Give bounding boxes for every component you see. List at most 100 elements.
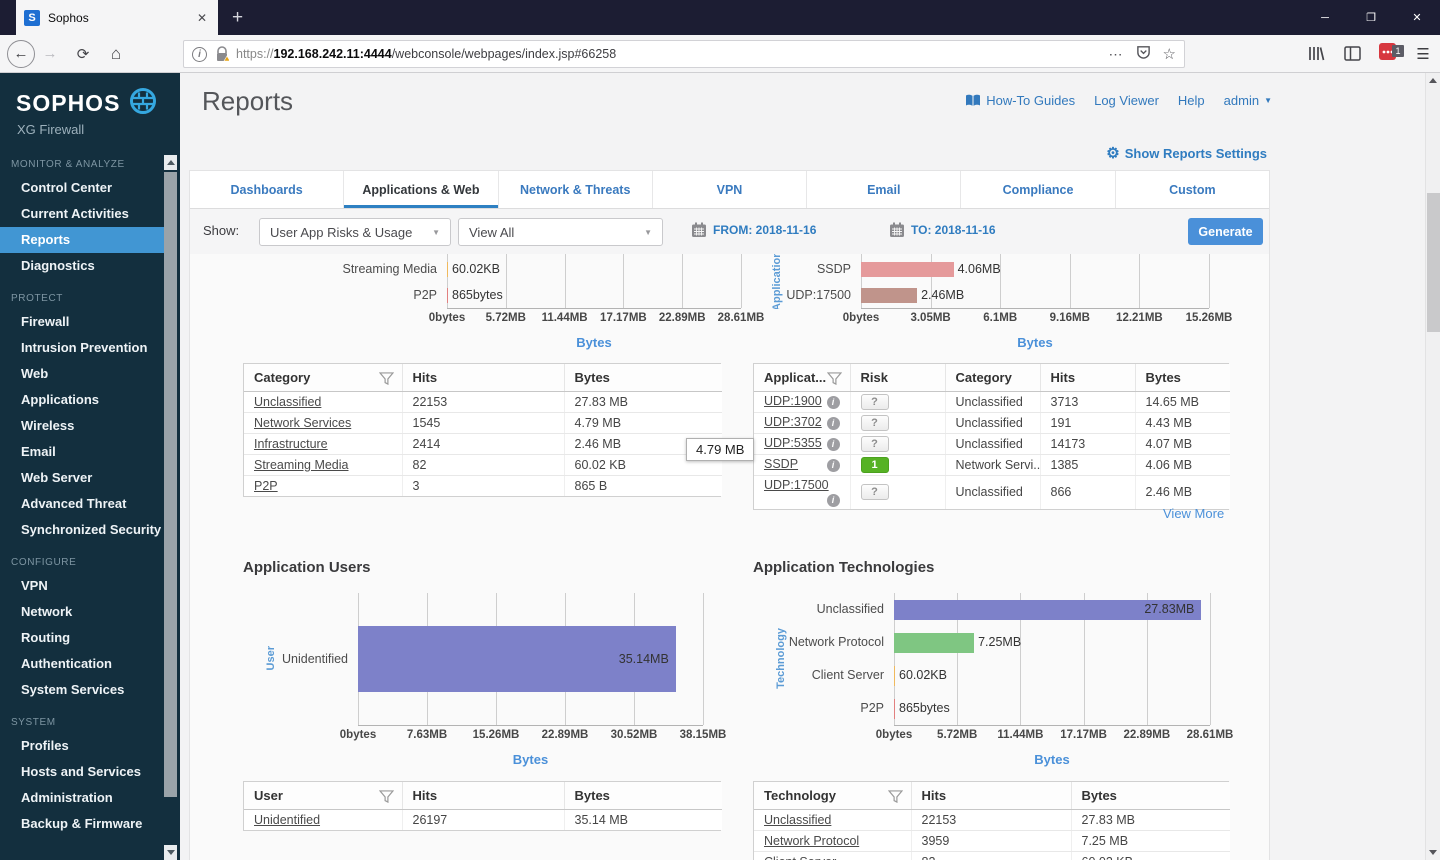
user-menu[interactable]: admin ▼ (1224, 93, 1272, 108)
insecure-lock-icon[interactable] (215, 46, 231, 62)
tab-custom[interactable]: Custom (1116, 171, 1269, 208)
table-link[interactable]: Network Services (254, 416, 351, 430)
library-icon[interactable] (1300, 35, 1332, 72)
sidebar-item-wireless[interactable]: Wireless (0, 413, 180, 439)
sidebar-item-diagnostics[interactable]: Diagnostics (0, 253, 180, 279)
reload-button[interactable]: ⟳ (70, 35, 96, 72)
tab-compliance[interactable]: Compliance (961, 171, 1116, 208)
column-header-bytes[interactable]: Bytes (564, 782, 722, 810)
sidebar-item-backup-firmware[interactable]: Backup & Firmware (0, 811, 180, 837)
filter-icon[interactable] (826, 372, 842, 385)
info-icon[interactable]: i (826, 493, 840, 507)
sidebar-scrollbar-thumb[interactable] (164, 172, 177, 797)
column-header-category[interactable]: Category (945, 364, 1041, 392)
filter-icon[interactable] (378, 372, 394, 385)
sidebar-item-email[interactable]: Email (0, 439, 180, 465)
column-header-bytes[interactable]: Bytes (1071, 782, 1230, 810)
table-link[interactable]: UDP:17500 (764, 478, 829, 492)
sidebar-item-hosts-and-services[interactable]: Hosts and Services (0, 759, 180, 785)
column-header-bytes[interactable]: Bytes (564, 364, 722, 392)
sidebar-item-advanced-threat[interactable]: Advanced Threat (0, 491, 180, 517)
scroll-down-icon[interactable] (164, 845, 177, 860)
risk-badge[interactable]: ? (860, 414, 889, 431)
risk-badge[interactable]: ? (860, 393, 889, 410)
table-link[interactable]: UDP:1900 (764, 394, 822, 408)
menu-hamburger-icon[interactable]: ☰ (1408, 35, 1438, 72)
url-bar[interactable]: i https://192.168.242.11:4444/webconsole… (183, 40, 1185, 68)
table-link[interactable]: UDP:5355 (764, 436, 822, 450)
filter-icon[interactable] (887, 790, 903, 803)
header-link-log-viewer[interactable]: Log Viewer (1094, 93, 1159, 108)
sidebar-item-system-services[interactable]: System Services (0, 677, 180, 703)
home-button[interactable]: ⌂ (102, 35, 130, 72)
info-icon[interactable]: i (826, 396, 840, 409)
browser-tab[interactable]: S Sophos ✕ (16, 0, 218, 35)
info-icon[interactable]: i (826, 459, 840, 472)
sidebar-item-web-server[interactable]: Web Server (0, 465, 180, 491)
url-text[interactable]: https://192.168.242.11:4444/webconsole/w… (236, 47, 1109, 61)
scroll-up-icon[interactable] (164, 155, 177, 170)
bookmark-star-icon[interactable]: ☆ (1163, 45, 1176, 63)
tab-close-icon[interactable]: ✕ (194, 11, 210, 25)
sidebar-item-profiles[interactable]: Profiles (0, 733, 180, 759)
view-more-link[interactable]: View More (1163, 506, 1224, 521)
sidebar-item-authentication[interactable]: Authentication (0, 651, 180, 677)
column-header-user[interactable]: User (244, 782, 403, 810)
column-header-applicat[interactable]: Applicat... (754, 364, 851, 392)
table-link[interactable]: UDP:3702 (764, 415, 822, 429)
view-select[interactable]: View All ▼ (458, 218, 663, 246)
info-icon[interactable]: i (826, 417, 840, 430)
to-date-picker[interactable]: TO: 2018-11-16 (889, 222, 996, 238)
sidebar-item-current-activities[interactable]: Current Activities (0, 201, 180, 227)
table-link[interactable]: Streaming Media (254, 458, 349, 472)
column-header-hits[interactable]: Hits (402, 364, 565, 392)
risk-badge[interactable]: 1 (860, 456, 889, 473)
column-header-bytes[interactable]: Bytes (1135, 364, 1230, 392)
risk-badge[interactable]: ? (860, 435, 889, 452)
scroll-down-icon[interactable] (1426, 845, 1440, 860)
sidebar-toggle-icon[interactable] (1336, 35, 1368, 72)
table-link[interactable]: SSDP (764, 457, 798, 471)
minimize-button[interactable]: ─ (1302, 0, 1348, 35)
from-date-picker[interactable]: FROM: 2018-11-16 (691, 222, 816, 238)
generate-button[interactable]: Generate (1188, 218, 1263, 245)
header-link-how-to-guides[interactable]: How-To Guides (965, 93, 1075, 108)
sidebar-item-control-center[interactable]: Control Center (0, 175, 180, 201)
table-link[interactable]: Unclassified (764, 813, 831, 827)
header-link-help[interactable]: Help (1178, 93, 1205, 108)
column-header-risk[interactable]: Risk (850, 364, 946, 392)
sidebar-item-firewall[interactable]: Firewall (0, 309, 180, 335)
sidebar-item-synchronized-security[interactable]: Synchronized Security (0, 517, 180, 543)
table-link[interactable]: Infrastructure (254, 437, 328, 451)
column-header-category[interactable]: Category (244, 364, 403, 392)
page-info-icon[interactable]: i (192, 46, 207, 62)
column-header-hits[interactable]: Hits (1040, 364, 1136, 392)
content-scrollbar[interactable] (1425, 73, 1440, 860)
table-link[interactable]: Unidentified (254, 813, 320, 827)
tab-dashboards[interactable]: Dashboards (190, 171, 345, 208)
page-actions-icon[interactable]: ⋯ (1109, 46, 1124, 63)
scroll-up-icon[interactable] (1426, 73, 1440, 88)
sidebar-item-vpn[interactable]: VPN (0, 573, 180, 599)
table-link[interactable]: Network Protocol (764, 834, 859, 848)
pocket-shield-icon[interactable] (1136, 44, 1151, 64)
sidebar-item-administration[interactable]: Administration (0, 785, 180, 811)
filter-icon[interactable] (378, 790, 394, 803)
tab-email[interactable]: Email (807, 171, 962, 208)
report-type-select[interactable]: User App Risks & Usage ▼ (259, 218, 451, 246)
back-button[interactable]: ← (6, 35, 36, 72)
column-header-hits[interactable]: Hits (402, 782, 565, 810)
table-link[interactable]: Unclassified (254, 395, 321, 409)
column-header-hits[interactable]: Hits (911, 782, 1072, 810)
table-link[interactable]: P2P (254, 479, 278, 493)
sidebar-item-web[interactable]: Web (0, 361, 180, 387)
table-link[interactable]: Client Server (764, 855, 836, 860)
column-header-technology[interactable]: Technology (754, 782, 912, 810)
tab-network-threats[interactable]: Network & Threats (499, 171, 653, 208)
sidebar-item-reports[interactable]: Reports (0, 227, 164, 253)
new-tab-button[interactable]: + (232, 0, 243, 35)
sidebar-item-network[interactable]: Network (0, 599, 180, 625)
info-icon[interactable]: i (826, 438, 840, 451)
sidebar-scrollbar[interactable] (164, 155, 177, 860)
restore-button[interactable]: ❐ (1348, 0, 1394, 35)
